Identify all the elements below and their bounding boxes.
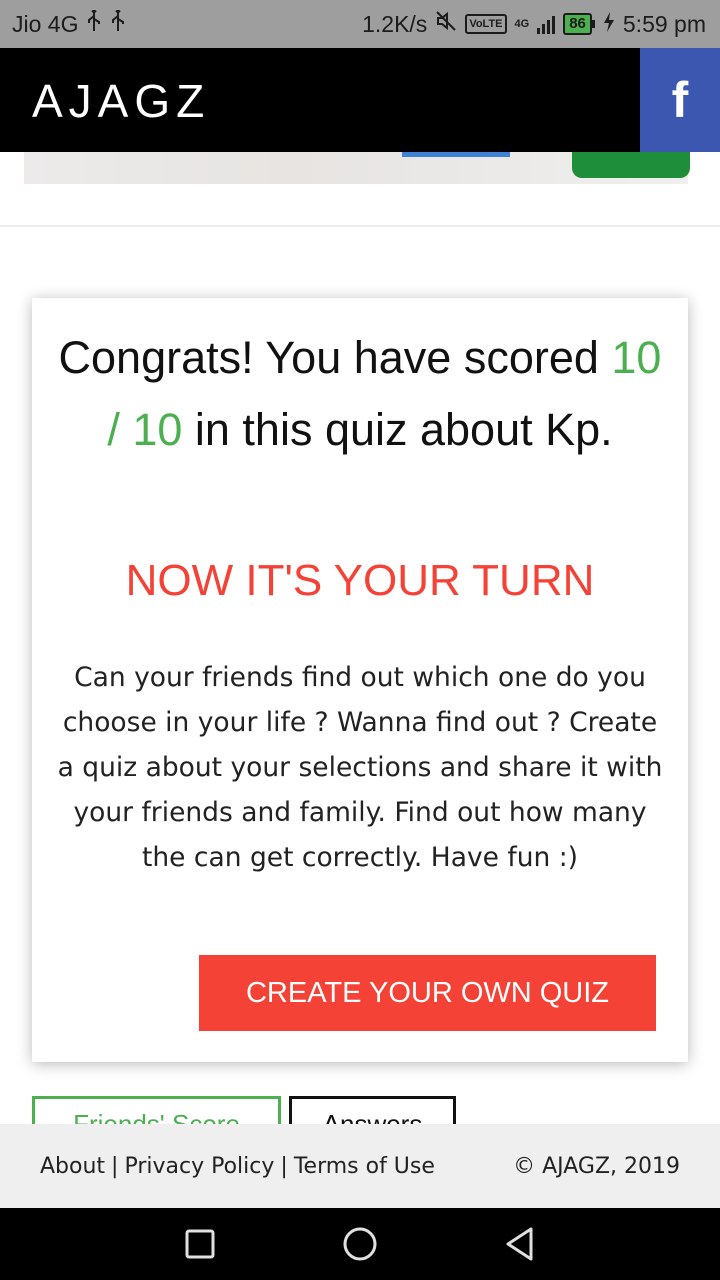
app-header: AJAGZ f — [0, 48, 720, 152]
facebook-icon: f — [671, 72, 689, 128]
facebook-share-button[interactable]: f — [640, 48, 720, 152]
android-nav-bar — [0, 1208, 720, 1280]
divider — [0, 225, 720, 227]
ad-green-shape — [572, 152, 690, 178]
signal-icon — [537, 14, 556, 34]
battery-icon: 86 — [563, 13, 595, 35]
charging-icon — [603, 11, 615, 38]
about-link[interactable]: About — [40, 1154, 105, 1179]
footer-links: About | Privacy Policy | Terms of Use — [40, 1154, 435, 1179]
volte-badge: VoLTE — [465, 14, 507, 34]
ad-banner[interactable] — [24, 152, 690, 184]
back-icon[interactable] — [496, 1220, 544, 1268]
carrier-label: Jio 4G — [12, 10, 79, 37]
terms-of-use-link[interactable]: Terms of Use — [294, 1154, 435, 1179]
clock: 5:59 pm — [622, 10, 706, 37]
result-card: Congrats! You have scored 10 / 10 in thi… — [32, 298, 688, 1062]
footer: About | Privacy Policy | Terms of Use © … — [0, 1124, 720, 1208]
mute-icon — [435, 10, 457, 38]
brand-logo[interactable]: AJAGZ — [32, 74, 210, 128]
network-type: 4G — [514, 18, 530, 30]
footer-separator: | — [111, 1153, 119, 1179]
ad-blue-bar — [402, 152, 510, 157]
status-left: Jio 4G — [12, 8, 126, 38]
status-bar: Jio 4G 1.2K/s VoLTE 4G 86 5:59 pm — [0, 0, 720, 48]
your-turn-title: NOW IT'S YOUR TURN — [125, 556, 595, 605]
usb-icon — [110, 8, 126, 38]
battery-level: 86 — [563, 13, 592, 35]
recents-icon[interactable] — [176, 1220, 224, 1268]
headline-suffix: in this quiz about Kp. — [182, 404, 613, 455]
network-speed: 1.2K/s — [362, 10, 428, 37]
create-quiz-button[interactable]: CREATE YOUR OWN QUIZ — [199, 955, 656, 1031]
home-icon[interactable] — [336, 1220, 384, 1268]
status-right: 1.2K/s VoLTE 4G 86 5:59 pm — [362, 10, 706, 38]
result-headline: Congrats! You have scored 10 / 10 in thi… — [52, 322, 668, 466]
copyright-text: © AJAGZ, 2019 — [513, 1153, 680, 1179]
privacy-policy-link[interactable]: Privacy Policy — [124, 1154, 274, 1179]
usb-icon — [86, 8, 102, 38]
footer-separator: | — [280, 1153, 288, 1179]
invite-description: Can your friends find out which one do y… — [57, 662, 663, 873]
headline-prefix: Congrats! You have scored — [58, 332, 612, 383]
